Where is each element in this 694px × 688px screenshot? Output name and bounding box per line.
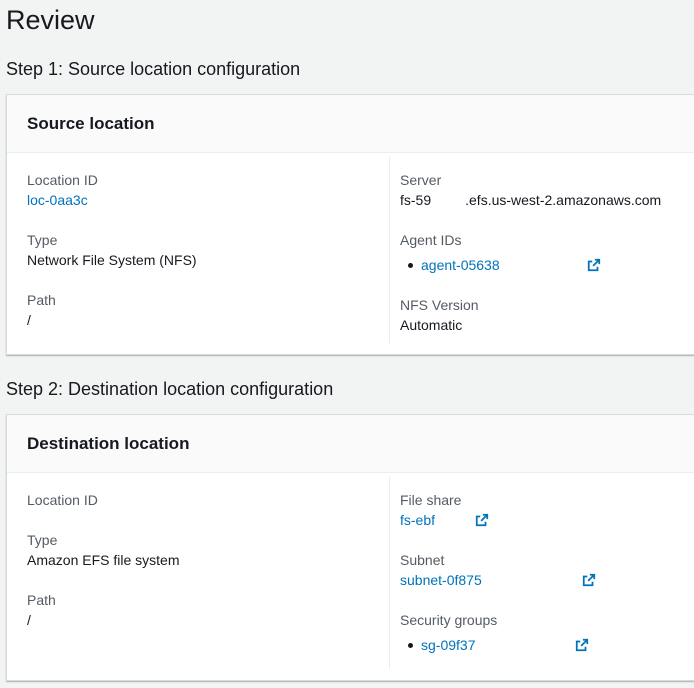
source-location-card-title: Source location [27,113,155,133]
destination-path-label: Path [27,592,56,608]
destination-subnet-label: Subnet [400,552,445,568]
file-share-row: fs-ebf [400,510,520,530]
destination-column-divider [389,477,390,669]
source-server-value: fs-59 .efs.us-west-2.amazonaws.com [400,190,661,210]
source-nfs-version-label: NFS Version [400,297,479,313]
step2-heading: Step 2: Destination location configurati… [6,379,334,399]
source-server-label: Server [400,172,442,188]
source-location-card-body: Location ID loc-0aa3c Type Network File … [7,153,694,353]
source-location-card-header: Source location [7,95,694,153]
agent-id-link[interactable]: agent-05638 [421,255,500,275]
page-title: Review [6,5,95,35]
external-link-icon[interactable] [575,638,589,652]
subnet-link[interactable]: subnet-0f875 [400,570,482,590]
bullet-icon [408,642,413,648]
source-path-label: Path [27,292,56,308]
source-server: Server fs-59 .efs.us-west-2.amazonaws.com [400,170,661,210]
destination-security-groups: Security groups sg-09f37 [400,610,620,655]
source-location-id: Location ID loc-0aa3c [27,170,98,210]
destination-security-groups-label: Security groups [400,612,498,628]
destination-path: Path / [27,590,56,630]
source-nfs-version-value: Automatic [400,317,463,333]
source-location-id-label: Location ID [27,172,98,188]
destination-path-value: / [27,612,31,628]
source-type-label: Type [27,232,58,248]
source-location-id-link[interactable]: loc-0aa3c [27,190,98,210]
external-link-icon[interactable] [475,513,489,527]
source-type: Type Network File System (NFS) [27,230,197,270]
source-server-value-prefix: fs-59 [400,192,432,208]
destination-type: Type Amazon EFS file system [27,530,180,570]
destination-type-value: Amazon EFS file system [27,552,180,568]
subnet-row: subnet-0f875 [400,570,620,590]
agent-id-list-item: agent-05638 [400,255,630,275]
destination-location-card: Destination location Location ID Type Am… [6,414,694,681]
source-agent-ids: Agent IDs agent-05638 [400,230,630,275]
destination-subnet: Subnet subnet-0f875 [400,550,620,590]
source-path: Path / [27,290,56,330]
source-path-value: / [27,312,31,328]
destination-location-id-label: Location ID [27,492,98,508]
source-type-value: Network File System (NFS) [27,252,197,268]
source-nfs-version: NFS Version Automatic [400,295,479,335]
security-group-link[interactable]: sg-09f37 [421,635,475,655]
destination-type-label: Type [27,532,58,548]
destination-location-id: Location ID [27,490,98,510]
step1-heading: Step 1: Source location configuration [6,59,301,79]
source-agent-ids-label: Agent IDs [400,232,462,248]
destination-location-card-header: Destination location [7,415,694,473]
destination-location-card-body: Location ID Type Amazon EFS file system … [7,473,694,679]
source-location-card: Source location Location ID loc-0aa3c Ty… [6,94,694,355]
source-column-divider [389,157,390,343]
destination-location-card-title: Destination location [27,433,190,453]
security-group-list-item: sg-09f37 [400,635,620,655]
file-share-link[interactable]: fs-ebf [400,510,435,530]
bullet-icon [408,262,413,268]
destination-file-share-label: File share [400,492,462,508]
source-server-value-suffix: .efs.us-west-2.amazonaws.com [465,192,662,208]
external-link-icon[interactable] [582,573,596,587]
external-link-icon[interactable] [587,258,601,272]
destination-file-share: File share fs-ebf [400,490,520,530]
